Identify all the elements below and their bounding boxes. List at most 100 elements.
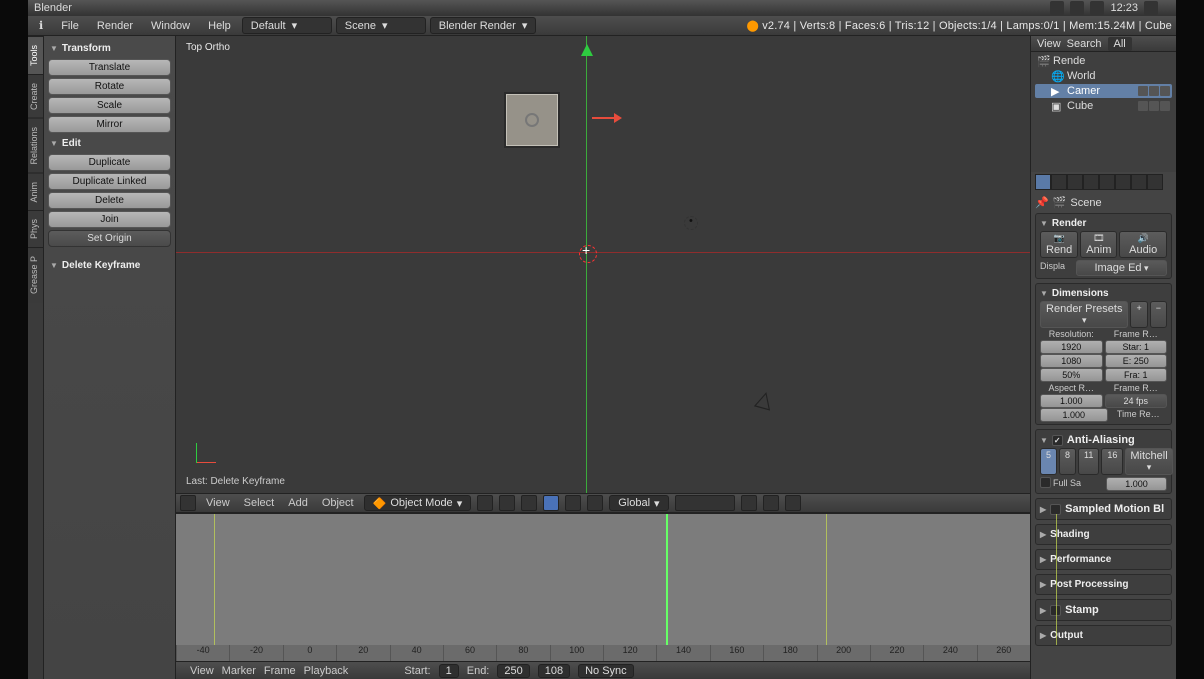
fps-dropdown[interactable]: 24 fps	[1105, 394, 1168, 408]
menu-view[interactable]: View	[190, 665, 214, 677]
frame-start-field[interactable]: Star: 1	[1105, 340, 1168, 354]
render-panel-header[interactable]: Render	[1040, 216, 1167, 231]
performance-panel-header[interactable]: Performance	[1040, 552, 1167, 567]
stamp-panel-header[interactable]: Stamp	[1040, 602, 1167, 618]
select-icon[interactable]	[1149, 86, 1159, 96]
menu-select[interactable]: Select	[240, 497, 279, 509]
tab-object-icon[interactable]	[1099, 174, 1115, 190]
outliner-search-tab[interactable]: Search	[1067, 38, 1102, 50]
menu-add[interactable]: Add	[284, 497, 312, 509]
eye-icon[interactable]	[1138, 86, 1148, 96]
outliner-world-row[interactable]: 🌐 World	[1035, 69, 1172, 83]
aa-5-button[interactable]: 5	[1040, 448, 1057, 475]
menu-window[interactable]: Window	[144, 18, 197, 34]
render-icon[interactable]	[1160, 86, 1170, 96]
last-operator-header[interactable]: Delete Keyframe	[48, 257, 171, 274]
end-frame-field[interactable]: 250	[497, 664, 529, 678]
manipulator-translate-icon[interactable]	[543, 495, 559, 511]
aa-8-button[interactable]: 8	[1059, 448, 1076, 475]
menu-file[interactable]: File	[54, 18, 86, 34]
aa-size-field[interactable]: 1.000	[1106, 477, 1167, 491]
frame-end-field[interactable]: E: 250	[1105, 354, 1168, 368]
menu-view[interactable]: View	[202, 497, 234, 509]
pin-icon[interactable]: 📌	[1035, 196, 1049, 209]
keyframe-marker[interactable]	[826, 514, 827, 645]
eye-icon[interactable]	[1138, 101, 1148, 111]
tab-render-icon[interactable]	[1035, 174, 1051, 190]
tab-data-icon[interactable]	[1147, 174, 1163, 190]
menu-help[interactable]: Help	[201, 18, 238, 34]
camera-object[interactable]	[756, 386, 780, 406]
render-engine-dropdown[interactable]: Blender Render▾	[430, 17, 537, 34]
transform-panel-header[interactable]: Transform	[48, 40, 171, 57]
manipulator-scale-icon[interactable]	[587, 495, 603, 511]
menu-render[interactable]: Render	[90, 18, 140, 34]
aa-checkbox[interactable]	[1052, 435, 1063, 446]
keyframe-marker[interactable]	[1056, 514, 1057, 645]
breadcrumb[interactable]: 📌 🎬 Scene	[1035, 194, 1172, 211]
menu-marker[interactable]: Marker	[222, 665, 256, 677]
render-presets-dropdown[interactable]: Render Presets ▾	[1040, 301, 1128, 328]
tab-scene-icon[interactable]	[1067, 174, 1083, 190]
current-frame-field[interactable]: 108	[538, 664, 570, 678]
res-pct-field[interactable]: 50%	[1040, 368, 1103, 382]
tab-anim[interactable]: Anim	[28, 173, 43, 211]
dimensions-panel-header[interactable]: Dimensions	[1040, 286, 1167, 301]
duplicate-linked-button[interactable]: Duplicate Linked	[48, 173, 171, 190]
tab-tools[interactable]: Tools	[28, 36, 43, 74]
preset-add-icon[interactable]: +	[1130, 301, 1147, 328]
outliner[interactable]: 🎬 Rende 🌐 World ▶ Camer ▣ Cube	[1031, 52, 1176, 172]
scene-dropdown[interactable]: Scene▾	[336, 17, 426, 34]
keyframe-marker[interactable]	[214, 514, 215, 645]
preset-remove-icon[interactable]: −	[1150, 301, 1167, 328]
rotate-button[interactable]: Rotate	[48, 78, 171, 95]
scale-button[interactable]: Scale	[48, 97, 171, 114]
full-sample-checkbox[interactable]	[1040, 477, 1051, 488]
tab-grease[interactable]: Grease P	[28, 247, 43, 302]
set-origin-button[interactable]: Set Origin	[48, 230, 171, 247]
layers-grid-icon[interactable]	[675, 495, 735, 511]
start-frame-field[interactable]: 1	[439, 664, 459, 678]
aa-16-button[interactable]: 16	[1101, 448, 1123, 475]
pivot-icon[interactable]	[499, 495, 515, 511]
mirror-button[interactable]: Mirror	[48, 116, 171, 133]
tab-relations[interactable]: Relations	[28, 118, 43, 173]
snap-icon[interactable]	[763, 495, 779, 511]
motion-blur-checkbox[interactable]	[1050, 504, 1061, 515]
post-processing-panel-header[interactable]: Post Processing	[1040, 577, 1167, 592]
tab-physics[interactable]: Phys	[28, 210, 43, 247]
edit-panel-header[interactable]: Edit	[48, 135, 171, 152]
menu-frame[interactable]: Frame	[264, 665, 296, 677]
tab-constraints-icon[interactable]	[1115, 174, 1131, 190]
res-y-field[interactable]: 1080	[1040, 354, 1103, 368]
translate-button[interactable]: Translate	[48, 59, 171, 76]
tab-modifiers-icon[interactable]	[1131, 174, 1147, 190]
output-panel-header[interactable]: Output	[1040, 628, 1167, 643]
editor-type-icon[interactable]	[180, 495, 196, 511]
3d-viewport[interactable]: Top Ortho Last: Delete Keyframe	[176, 36, 1030, 493]
aspect-y-field[interactable]: 1.000	[1040, 408, 1108, 422]
menu-playback[interactable]: Playback	[304, 665, 349, 677]
aa-filter-dropdown[interactable]: Mitchell ▾	[1125, 448, 1172, 475]
render-icon[interactable]	[1160, 101, 1170, 111]
aa-panel-header[interactable]: Anti-Aliasing	[1040, 432, 1167, 448]
manipulator-x-arrow[interactable]	[592, 117, 620, 119]
tab-world-icon[interactable]	[1083, 174, 1099, 190]
frame-step-field[interactable]: Fra: 1	[1105, 368, 1168, 382]
tab-layers-icon[interactable]	[1051, 174, 1067, 190]
res-x-field[interactable]: 1920	[1040, 340, 1103, 354]
manipulator-y-arrow[interactable]	[581, 44, 593, 56]
render-preview-icon[interactable]	[785, 495, 801, 511]
editor-type-icon[interactable]: ℹ	[32, 17, 50, 34]
aa-11-button[interactable]: 11	[1078, 448, 1099, 475]
playhead[interactable]	[666, 514, 668, 645]
select-icon[interactable]	[1149, 101, 1159, 111]
manipulator-rotate-icon[interactable]	[565, 495, 581, 511]
lock-camera-icon[interactable]	[741, 495, 757, 511]
delete-button[interactable]: Delete	[48, 192, 171, 209]
mode-dropdown[interactable]: 🔶Object Mode▾	[364, 495, 472, 511]
outliner-scene-row[interactable]: 🎬 Rende	[1035, 54, 1172, 68]
orientation-dropdown[interactable]: Global▾	[609, 495, 668, 511]
shading-panel-header[interactable]: Shading	[1040, 527, 1167, 542]
shading-solid-icon[interactable]	[477, 495, 493, 511]
